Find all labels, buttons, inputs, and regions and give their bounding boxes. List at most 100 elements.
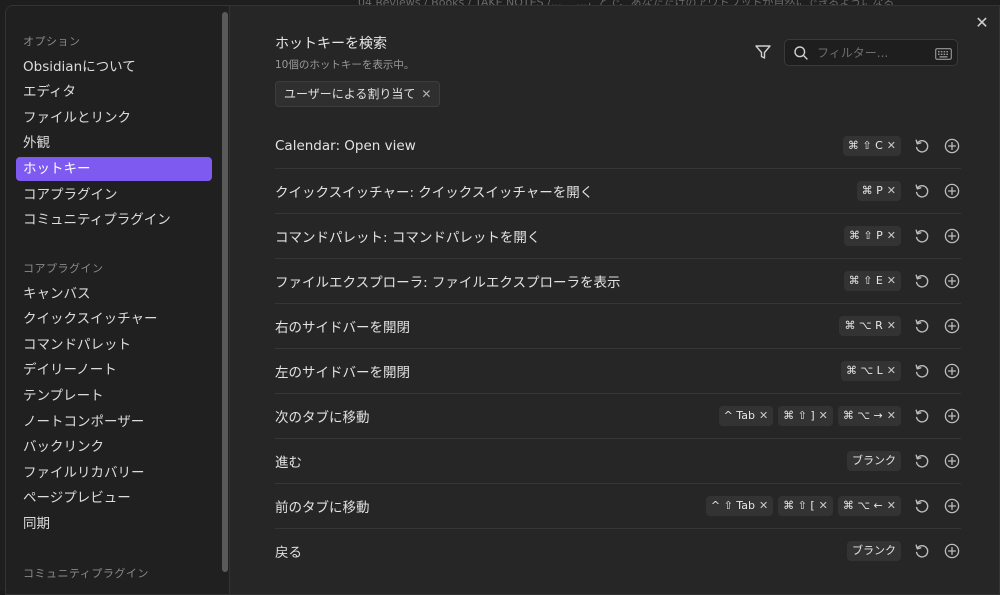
add-hotkey-icon[interactable] bbox=[943, 227, 961, 245]
sidebar-core-plugin-item-6[interactable]: バックリンク bbox=[16, 435, 212, 459]
restore-default-icon[interactable] bbox=[913, 317, 931, 335]
restore-default-icon[interactable] bbox=[913, 137, 931, 155]
sidebar-heading-core-plugins: コアプラグイン bbox=[23, 262, 104, 275]
add-hotkey-icon[interactable] bbox=[943, 272, 961, 290]
hotkey-badge: ⌘ ⇧ ] ✕ bbox=[778, 406, 833, 426]
sidebar-core-plugin-item-2[interactable]: コマンドパレット bbox=[16, 333, 212, 357]
hotkey-combo: ⌘ P bbox=[861, 184, 883, 197]
remove-hotkey-icon[interactable]: ✕ bbox=[887, 499, 896, 512]
sidebar-option-item-4[interactable]: ホットキー bbox=[16, 156, 212, 181]
sidebar-core-plugin-item-1[interactable]: クイックスイッチャー bbox=[16, 307, 212, 331]
remove-hotkey-icon[interactable]: ✕ bbox=[819, 499, 828, 512]
sidebar-option-item-0[interactable]: Obsidianについて bbox=[16, 55, 212, 79]
keyboard-icon[interactable] bbox=[935, 46, 952, 60]
add-hotkey-icon[interactable] bbox=[943, 497, 961, 515]
remove-hotkey-icon[interactable]: ✕ bbox=[819, 409, 828, 422]
search-field[interactable] bbox=[784, 39, 958, 66]
remove-hotkey-icon[interactable]: ✕ bbox=[887, 364, 896, 377]
hotkey-keys: ^ ⇧ Tab ✕ ⌘ ⇧ [ ✕ ⌘ ⌥ ← ✕ bbox=[705, 496, 901, 516]
hotkey-row: コマンドパレット: コマンドパレットを開く ⌘ ⇧ P ✕ bbox=[275, 213, 961, 258]
sidebar-heading-options: オプション bbox=[23, 35, 81, 48]
hotkey-command-label: 右のサイドバーを開閉 bbox=[275, 320, 410, 336]
sidebar-option-item-6[interactable]: コミュニティプラグイン bbox=[16, 208, 212, 232]
add-hotkey-icon[interactable] bbox=[943, 452, 961, 470]
add-hotkey-icon[interactable] bbox=[943, 182, 961, 200]
sidebar-core-plugin-item-3[interactable]: デイリーノート bbox=[16, 358, 212, 382]
sidebar-option-item-2[interactable]: ファイルとリンク bbox=[16, 106, 212, 130]
hotkey-row: Calendar: Open view ⌘ ⇧ C ✕ bbox=[275, 123, 961, 168]
hotkey-badge: ⌘ ⇧ E ✕ bbox=[843, 271, 901, 291]
remove-hotkey-icon[interactable]: ✕ bbox=[887, 139, 896, 152]
restore-default-icon[interactable] bbox=[913, 452, 931, 470]
hotkey-combo: ⌘ ⇧ P bbox=[848, 229, 883, 242]
add-hotkey-icon[interactable] bbox=[943, 317, 961, 335]
hotkey-badge: ⌘ ⌥ → ✕ bbox=[837, 406, 901, 426]
sidebar-scrollbar[interactable] bbox=[222, 12, 228, 572]
hotkey-keys: ブランク bbox=[847, 451, 901, 471]
add-hotkey-icon[interactable] bbox=[943, 542, 961, 560]
sidebar-option-item-1[interactable]: エディタ bbox=[16, 80, 212, 104]
hotkey-row: 戻る ブランク bbox=[275, 528, 961, 573]
sidebar-core-plugin-item-4[interactable]: テンプレート bbox=[16, 384, 212, 408]
sidebar-core-plugin-item-7[interactable]: ファイルリカバリー bbox=[16, 461, 212, 485]
sidebar-heading-community-plugins: コミュニティプラグイン bbox=[23, 567, 149, 580]
user-assigned-filter-chip[interactable]: ユーザーによる割り当て ✕ bbox=[275, 81, 441, 107]
hotkey-keys: ⌘ ⇧ C ✕ bbox=[842, 135, 901, 156]
remove-hotkey-icon[interactable]: ✕ bbox=[887, 184, 896, 197]
remove-hotkey-icon[interactable]: ✕ bbox=[759, 409, 768, 422]
restore-default-icon[interactable] bbox=[913, 542, 931, 560]
remove-hotkey-icon[interactable]: ✕ bbox=[887, 409, 896, 422]
hotkey-keys: ⌘ P ✕ bbox=[856, 181, 901, 201]
sidebar-core-plugin-item-8[interactable]: ページプレビュー bbox=[16, 486, 212, 510]
remove-hotkey-icon[interactable]: ✕ bbox=[887, 319, 896, 332]
hotkey-badge: ⌘ P ✕ bbox=[856, 181, 901, 201]
restore-default-icon[interactable] bbox=[913, 407, 931, 425]
hotkey-combo: ⌘ ⇧ C bbox=[847, 138, 883, 152]
restore-default-icon[interactable] bbox=[913, 227, 931, 245]
hotkey-count: 10個のホットキーを表示中。 bbox=[275, 59, 415, 71]
search-icon bbox=[793, 45, 809, 61]
hotkey-badge: ⌘ ⇧ C ✕ bbox=[842, 135, 901, 156]
filter-icon[interactable] bbox=[754, 43, 772, 61]
hotkey-combo: ⌘ ⌥ R bbox=[844, 319, 883, 332]
hotkey-badge: ^ Tab ✕ bbox=[718, 406, 774, 426]
restore-default-icon[interactable] bbox=[913, 182, 931, 200]
restore-default-icon[interactable] bbox=[913, 497, 931, 515]
remove-hotkey-icon[interactable]: ✕ bbox=[887, 229, 896, 242]
add-hotkey-icon[interactable] bbox=[943, 407, 961, 425]
hotkey-command-label: 戻る bbox=[275, 545, 302, 561]
sidebar-core-plugin-item-9[interactable]: 同期 bbox=[16, 512, 212, 536]
hotkey-combo: ⌘ ⌥ ← bbox=[842, 499, 883, 512]
restore-default-icon[interactable] bbox=[913, 362, 931, 380]
hotkey-row: 左のサイドバーを開閉 ⌘ ⌥ L ✕ bbox=[275, 348, 961, 393]
sidebar-core-plugin-item-0[interactable]: キャンバス bbox=[16, 282, 212, 306]
hotkey-keys: ⌘ ⇧ E ✕ bbox=[843, 271, 901, 291]
remove-hotkey-icon[interactable]: ✕ bbox=[759, 499, 768, 512]
search-input[interactable] bbox=[817, 43, 925, 63]
hotkey-row: ファイルエクスプローラ: ファイルエクスプローラを表示 ⌘ ⇧ E ✕ bbox=[275, 258, 961, 303]
hotkey-keys: ^ Tab ✕ ⌘ ⇧ ] ✕ ⌘ ⌥ → ✕ bbox=[718, 406, 901, 426]
hotkey-command-label: クイックスイッチャー: クイックスイッチャーを開く bbox=[275, 185, 594, 201]
remove-hotkey-icon[interactable]: ✕ bbox=[887, 274, 896, 287]
close-button[interactable]: ✕ bbox=[973, 14, 991, 32]
hotkey-combo: ⌘ ⌥ → bbox=[842, 409, 883, 422]
hotkey-row: 右のサイドバーを開閉 ⌘ ⌥ R ✕ bbox=[275, 303, 961, 348]
add-hotkey-icon[interactable] bbox=[943, 362, 961, 380]
hotkey-badge: ⌘ ⌥ ← ✕ bbox=[837, 496, 901, 516]
hotkey-badge: ^ ⇧ Tab ✕ bbox=[705, 496, 774, 516]
hotkey-keys: ブランク bbox=[847, 541, 901, 561]
hotkey-list: Calendar: Open view ⌘ ⇧ C ✕ クイックスイッチャー: クイッ… bbox=[275, 123, 961, 573]
hotkey-row: 次のタブに移動 ^ Tab ✕ ⌘ ⇧ ] ✕ ⌘ ⌥ → ✕ bbox=[275, 393, 961, 438]
sidebar-core-plugin-item-5[interactable]: ノートコンポーザー bbox=[16, 410, 212, 434]
hotkey-command-label: Calendar: Open view bbox=[275, 137, 416, 154]
hotkey-row: クイックスイッチャー: クイックスイッチャーを開く ⌘ P ✕ bbox=[275, 168, 961, 213]
sidebar-option-item-3[interactable]: 外観 bbox=[16, 131, 212, 155]
sidebar-option-item-5[interactable]: コアプラグイン bbox=[16, 183, 212, 207]
sidebar-group-options: オプション Obsidianについて エディタ ファイルとリンク 外観 ホットキー コアプ… bbox=[6, 31, 222, 234]
add-hotkey-icon[interactable] bbox=[943, 137, 961, 155]
chip-remove-icon[interactable]: ✕ bbox=[421, 87, 431, 101]
hotkey-keys: ⌘ ⌥ L ✕ bbox=[840, 361, 901, 381]
hotkey-combo: ⌘ ⇧ [ bbox=[783, 499, 815, 512]
restore-default-icon[interactable] bbox=[913, 272, 931, 290]
settings-sidebar: オプション Obsidianについて エディタ ファイルとリンク 外観 ホットキー コアプ… bbox=[6, 6, 230, 594]
